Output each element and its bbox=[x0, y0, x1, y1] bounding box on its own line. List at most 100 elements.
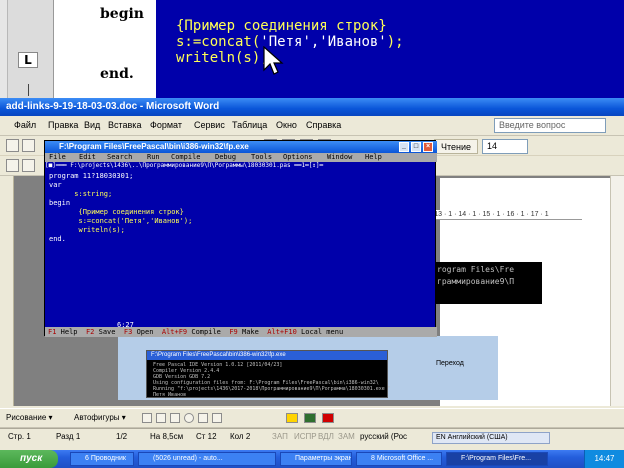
fp-key[interactable]: Alt+F10 bbox=[267, 328, 297, 336]
textbox-tool-icon[interactable] bbox=[198, 413, 208, 423]
arrow-tool-icon[interactable] bbox=[156, 413, 166, 423]
thumbnail-nav-button: Переход bbox=[436, 360, 464, 367]
fp-menu-compile[interactable]: Compile bbox=[171, 153, 201, 162]
fp-menu-help[interactable]: Help bbox=[365, 153, 382, 162]
oval-tool-icon[interactable] bbox=[184, 413, 194, 423]
menu-format[interactable]: Формат bbox=[150, 120, 182, 130]
fp-key-label: Help bbox=[60, 328, 78, 336]
taskbar-item-display-settings[interactable]: Параметры экранно... bbox=[280, 452, 352, 466]
thumbnail-title: F:\Program Files\FreePascal\bin\i386-win… bbox=[147, 351, 387, 360]
fp-key[interactable]: Alt+F9 bbox=[162, 328, 187, 336]
menu-help[interactable]: Справка bbox=[306, 120, 341, 130]
horizontal-ruler: · 13 · 1 · 14 · 1 · 15 · 1 · 16 · 1 · 17… bbox=[426, 210, 582, 220]
fp-window-title: F:\Program Files\FreePascal\bin\i386-win… bbox=[59, 142, 249, 151]
vertical-ruler-left bbox=[0, 176, 14, 406]
menu-edit[interactable]: Правка bbox=[48, 120, 78, 130]
fp-code-line: end. bbox=[49, 235, 66, 243]
status-position: На 8,5см bbox=[150, 432, 184, 441]
fp-menu-edit[interactable]: Edit bbox=[79, 153, 96, 162]
fp-title-bar: F:\Program Files\FreePascal\bin\i386-win… bbox=[45, 141, 437, 153]
taskbar-item-mail[interactable]: (5026 unread) - auto... bbox=[138, 452, 276, 466]
fp-menu-search[interactable]: Search bbox=[107, 153, 132, 162]
taskbar-item-explorer[interactable]: 6 Проводник bbox=[70, 452, 134, 466]
word-window-title: add-links-9-19-18-03-03.doc - Microsoft … bbox=[6, 101, 220, 112]
code-line-writeln: writeln(s); bbox=[176, 50, 269, 66]
menu-window[interactable]: Окно bbox=[276, 120, 297, 130]
concat-suffix: ); bbox=[386, 34, 404, 50]
document-page-area: begin end. bbox=[54, 0, 156, 98]
taskbar-item-office[interactable]: 8 Microsoft Office ... bbox=[356, 452, 442, 466]
fill-color-icon[interactable] bbox=[286, 413, 298, 423]
autoshapes-button[interactable]: Автофигуры ▾ bbox=[74, 413, 126, 422]
new-document-icon[interactable] bbox=[6, 139, 19, 152]
fp-key[interactable]: F9 bbox=[229, 328, 237, 336]
status-line: Ст 12 bbox=[196, 432, 217, 441]
thumb-line: Петя Иванов bbox=[153, 392, 187, 398]
menu-view[interactable]: Вид bbox=[84, 120, 100, 130]
tab-stop-selector[interactable]: L bbox=[18, 52, 38, 68]
menu-file[interactable]: Файл bbox=[14, 120, 36, 130]
status-ovr[interactable]: ЗАМ bbox=[338, 432, 355, 441]
maximize-icon[interactable]: □ bbox=[411, 142, 421, 152]
font-size-select[interactable]: 14 bbox=[482, 139, 528, 154]
system-clock[interactable]: 14:47 bbox=[584, 450, 624, 468]
fp-key-label: Open bbox=[136, 328, 154, 336]
fp-code-line: begin bbox=[49, 199, 71, 207]
drawing-toolbar: Рисование ▾ Автофигуры ▾ bbox=[0, 408, 624, 428]
language-bar[interactable]: EN Английский (США) bbox=[432, 432, 550, 444]
menu-table[interactable]: Таблица bbox=[232, 120, 267, 130]
thumbnail-console-window: F:\Program Files\FreePascal\bin\i386-win… bbox=[146, 350, 391, 398]
open-folder-icon[interactable] bbox=[22, 139, 35, 152]
left-margin bbox=[0, 0, 8, 98]
status-section: Разд 1 bbox=[56, 432, 81, 441]
close-icon[interactable]: × bbox=[423, 142, 433, 152]
menu-insert[interactable]: Вставка bbox=[108, 120, 141, 130]
fp-menu-tools[interactable]: Tools bbox=[251, 153, 272, 162]
fp-key[interactable]: F1 bbox=[48, 328, 56, 336]
concat-prefix: s:=concat( bbox=[176, 34, 261, 50]
ask-question-input[interactable]: Введите вопрос bbox=[494, 118, 606, 133]
toolbar-icon[interactable] bbox=[22, 159, 35, 172]
line-color-icon[interactable] bbox=[304, 413, 316, 423]
word-menu-bar: Файл Правка Вид Вставка Формат Сервис Та… bbox=[0, 116, 624, 136]
minimize-icon[interactable]: _ bbox=[399, 142, 409, 152]
fp-key-label: Make bbox=[241, 328, 259, 336]
reading-mode-button[interactable]: Чтение bbox=[434, 139, 478, 154]
status-ext[interactable]: ВДЛ bbox=[318, 432, 334, 441]
vertical-ruler: L bbox=[8, 0, 54, 98]
fp-menu-debug[interactable]: Debug bbox=[215, 153, 236, 162]
drawing-menu-button[interactable]: Рисование ▾ bbox=[6, 413, 53, 422]
line-tool-icon[interactable] bbox=[142, 413, 152, 423]
status-trk[interactable]: ИСПР bbox=[294, 432, 317, 441]
fp-code-line: {Пример соединения строк} bbox=[49, 208, 184, 216]
console-line: rogram Files\Fre bbox=[437, 265, 515, 274]
console-line: граммирование9\П bbox=[437, 277, 515, 286]
vertical-scrollbar[interactable] bbox=[610, 176, 624, 406]
rectangle-tool-icon[interactable] bbox=[170, 413, 180, 423]
ide-editor-zoom: {Пример соединения строк} s:=concat('Пет… bbox=[156, 0, 624, 98]
status-rec[interactable]: ЗАП bbox=[272, 432, 288, 441]
embedded-console-image: rogram Files\Fre граммирование9\П bbox=[434, 262, 542, 304]
fp-menu-run[interactable]: Run bbox=[147, 153, 160, 162]
taskbar-item-fp[interactable]: F:\Program Files\Fre... bbox=[446, 452, 548, 466]
start-button[interactable]: пуск bbox=[0, 450, 58, 468]
fp-menu-window[interactable]: Window bbox=[327, 153, 352, 162]
fp-key-label: Local menu bbox=[301, 328, 344, 336]
fp-menu-bar: File Edit Search Run Compile Debug Tools… bbox=[45, 153, 437, 162]
status-column: Кол 2 bbox=[230, 432, 251, 441]
menu-tools[interactable]: Сервис bbox=[194, 120, 225, 130]
fp-code-line: writeln(s); bbox=[49, 226, 125, 234]
fp-key[interactable]: F2 bbox=[86, 328, 94, 336]
mouse-pointer-icon bbox=[263, 46, 284, 75]
wordart-tool-icon[interactable] bbox=[212, 413, 222, 423]
fp-menu-file[interactable]: File bbox=[49, 153, 66, 162]
fp-code-line: var bbox=[49, 181, 62, 189]
code-line-begin: begin bbox=[100, 6, 144, 22]
code-line-comment: {Пример соединения строк} bbox=[176, 18, 387, 34]
font-color-icon[interactable] bbox=[322, 413, 334, 423]
styles-icon[interactable] bbox=[6, 159, 19, 172]
fp-key[interactable]: F3 bbox=[124, 328, 132, 336]
fp-menu-options[interactable]: Options bbox=[283, 153, 313, 162]
status-language: русский (Рос bbox=[360, 432, 408, 441]
zoomed-code-view: L begin end. {Пример соединения строк} s… bbox=[0, 0, 624, 98]
